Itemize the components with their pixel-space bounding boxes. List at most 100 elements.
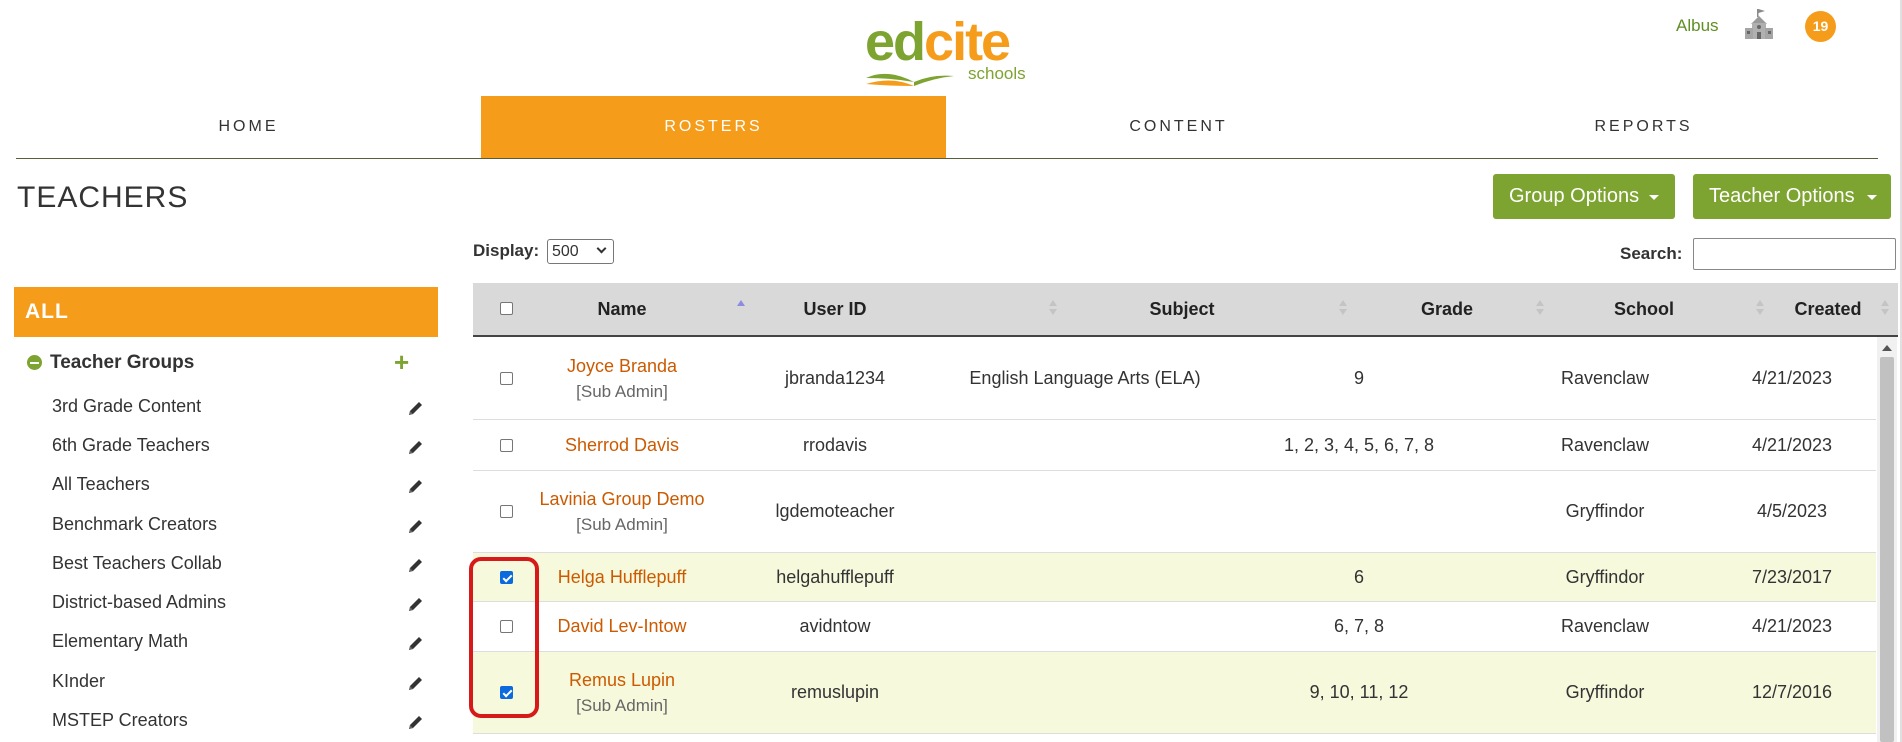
teacher-name-link[interactable]: Helga Hufflepuff — [558, 565, 686, 590]
nav-tab-content[interactable]: CONTENT — [946, 96, 1411, 158]
pencil-edit-icon[interactable] — [407, 596, 424, 618]
sidebar-group-item[interactable]: 6th Grade Teachers — [27, 429, 437, 463]
notification-badge[interactable]: 19 — [1805, 11, 1836, 42]
logo-wordmark: edcite — [865, 12, 1011, 72]
pencil-edit-icon[interactable] — [407, 400, 424, 422]
teacher-options-button[interactable]: Teacher Options — [1693, 174, 1891, 219]
teacher-groups-label[interactable]: Teacher Groups — [50, 352, 194, 374]
cell-created: 4/21/2023 — [1751, 434, 1833, 455]
teacher-name-link[interactable]: Sherrod Davis — [565, 433, 679, 458]
caret-down-icon — [1649, 195, 1659, 200]
page-title: TEACHERS — [17, 181, 189, 214]
sidebar-group-item[interactable]: MSTEP Creators — [27, 704, 437, 738]
collapse-minus-icon[interactable] — [27, 355, 42, 370]
row-checkbox[interactable] — [500, 439, 513, 452]
nav-tab-reports[interactable]: REPORTS — [1411, 96, 1876, 158]
cell-user-id: avidntow — [799, 616, 871, 636]
cell-created: 4/21/2023 — [1751, 368, 1833, 388]
sort-icon[interactable] — [1339, 300, 1347, 316]
sidebar-group-item[interactable]: Elementary Math — [27, 625, 437, 659]
row-checkbox[interactable] — [500, 620, 513, 633]
user-name-link[interactable]: Albus — [1676, 16, 1719, 36]
table-row[interactable]: Remus Lupin [Sub Admin] remuslupin 9, 10, 1… — [473, 652, 1876, 734]
sidebar-group-item[interactable]: KInder — [27, 665, 437, 699]
cell-subject — [954, 652, 1216, 733]
column-header-user-id[interactable]: User ID — [716, 283, 954, 335]
pencil-edit-icon[interactable] — [407, 714, 424, 736]
table-row[interactable]: Helga Hufflepuff helgahufflepuff 6 Gryffind… — [473, 553, 1876, 602]
pencil-edit-icon[interactable] — [407, 675, 424, 697]
pencil-edit-icon[interactable] — [407, 635, 424, 657]
cell-created: 4/5/2023 — [1756, 501, 1828, 521]
sort-icon[interactable] — [1756, 300, 1764, 316]
pencil-edit-icon[interactable] — [407, 518, 424, 540]
column-header-subject[interactable]: Subject — [1057, 283, 1307, 335]
nav-tab-rosters[interactable]: ROSTERS — [481, 96, 946, 158]
sub-admin-role: [Sub Admin] — [576, 695, 668, 715]
column-header-school[interactable]: School — [1544, 283, 1744, 335]
column-header-created[interactable]: Created — [1764, 283, 1892, 335]
teacher-name-link[interactable]: Joyce Branda — [567, 354, 677, 379]
table-row[interactable]: Lavinia Group Demo [Sub Admin] lgdemoteach… — [473, 471, 1876, 553]
cell-name: Remus Lupin [Sub Admin] — [528, 652, 716, 733]
nav-tab-home[interactable]: HOME — [16, 96, 481, 158]
row-checkbox[interactable] — [500, 372, 513, 385]
scroll-up-arrow-icon[interactable] — [1882, 345, 1892, 351]
school-building-icon[interactable] — [1743, 8, 1775, 42]
pencil-edit-icon[interactable] — [407, 557, 424, 579]
teacher-name-link[interactable]: Remus Lupin — [569, 668, 675, 693]
row-checkbox[interactable] — [500, 505, 513, 518]
main-nav: HOME ROSTERS CONTENT REPORTS — [16, 96, 1878, 159]
sort-icon[interactable] — [1881, 300, 1889, 316]
cell-school: Ravenclaw — [1560, 616, 1650, 636]
cell-grade: 6 — [1353, 566, 1364, 587]
teacher-name-link[interactable]: David Lev-Intow — [557, 614, 686, 639]
cell-grade: 1, 2, 3, 4, 5, 6, 7, 8 — [1283, 434, 1435, 455]
cell-user-id: jbranda1234 — [784, 368, 886, 388]
cell-school: Gryffindor — [1565, 566, 1645, 587]
sort-icon[interactable] — [1049, 300, 1057, 316]
sidebar-group-item[interactable]: District-based Admins — [27, 586, 437, 620]
scrollbar-thumb[interactable] — [1880, 357, 1894, 742]
display-count-value: 500 — [552, 243, 579, 260]
sidebar-group-item[interactable]: All Teachers — [27, 468, 437, 502]
row-checkbox[interactable] — [500, 686, 513, 699]
search-input[interactable] — [1693, 238, 1896, 270]
select-all-checkbox[interactable] — [500, 302, 513, 315]
teacher-options-label: Teacher Options — [1709, 185, 1855, 207]
sidebar-group-label: Benchmark Creators — [52, 514, 218, 534]
table-row[interactable]: Sherrod Davis rrodavis 1, 2, 3, 4, 5, 6, 7… — [473, 420, 1876, 471]
sort-icon[interactable] — [1536, 300, 1544, 316]
row-checkbox[interactable] — [500, 571, 513, 584]
column-header-name[interactable]: Name — [528, 283, 716, 335]
display-label: Display: — [473, 241, 540, 260]
table-row[interactable]: David Lev-Intow avidntow 6, 7, 8 Ravenclaw 4… — [473, 602, 1876, 652]
sidebar-group-label: All Teachers — [52, 474, 150, 494]
cell-name: Sherrod Davis — [528, 420, 716, 470]
sidebar-group-label: Elementary Math — [52, 631, 189, 651]
sidebar-group-item[interactable]: Best Teachers Collab — [27, 547, 437, 581]
display-count-select[interactable]: 500 — [547, 239, 614, 264]
add-group-plus-icon[interactable]: + — [394, 347, 409, 377]
cell-created: 12/7/2016 — [1751, 682, 1833, 702]
group-options-button[interactable]: Group Options — [1493, 174, 1675, 219]
cell-subject: English Language Arts (ELA) — [969, 368, 1201, 388]
cell-subject — [954, 602, 1216, 651]
pencil-edit-icon[interactable] — [407, 439, 424, 461]
sidebar-group-item[interactable]: 3rd Grade Content — [27, 390, 437, 424]
cell-name: Helga Hufflepuff — [528, 553, 716, 601]
teacher-name-link[interactable]: Lavinia Group Demo — [539, 487, 704, 512]
sidebar-group-label: Best Teachers Collab — [52, 553, 222, 573]
sidebar-all-teachers[interactable]: ALL — [14, 287, 438, 337]
cell-subject — [954, 471, 1216, 552]
cell-name: David Lev-Intow — [528, 602, 716, 651]
table-scrollbar[interactable] — [1877, 337, 1897, 742]
sidebar-group-item[interactable]: Benchmark Creators — [27, 508, 437, 542]
column-header-grade[interactable]: Grade — [1347, 283, 1547, 335]
cell-grade: 6, 7, 8 — [1333, 616, 1385, 636]
chevron-down-icon — [596, 243, 607, 254]
edcite-logo[interactable]: edcite schools — [862, 12, 1032, 88]
table-row[interactable]: Joyce Branda [Sub Admin] jbranda1234 Englis… — [473, 338, 1876, 420]
pencil-edit-icon[interactable] — [407, 478, 424, 500]
sidebar-group-label: 3rd Grade Content — [52, 396, 202, 416]
